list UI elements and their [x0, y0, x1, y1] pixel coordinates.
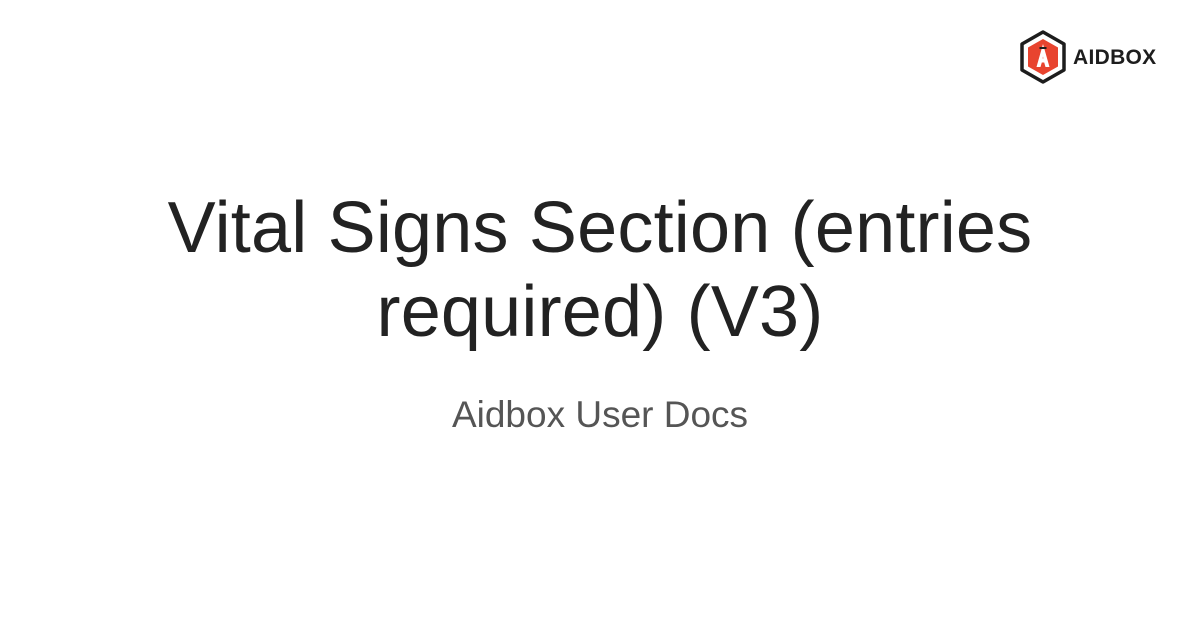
page-title: Vital Signs Section (entries required) (… — [167, 188, 1033, 352]
brand-name: AIDBOX — [1073, 45, 1157, 69]
aidbox-hexagon-logo-icon — [1020, 30, 1066, 84]
site-subtitle: Aidbox User Docs — [451, 394, 749, 435]
aidbox-logo: AIDBOX — [1019, 30, 1156, 84]
